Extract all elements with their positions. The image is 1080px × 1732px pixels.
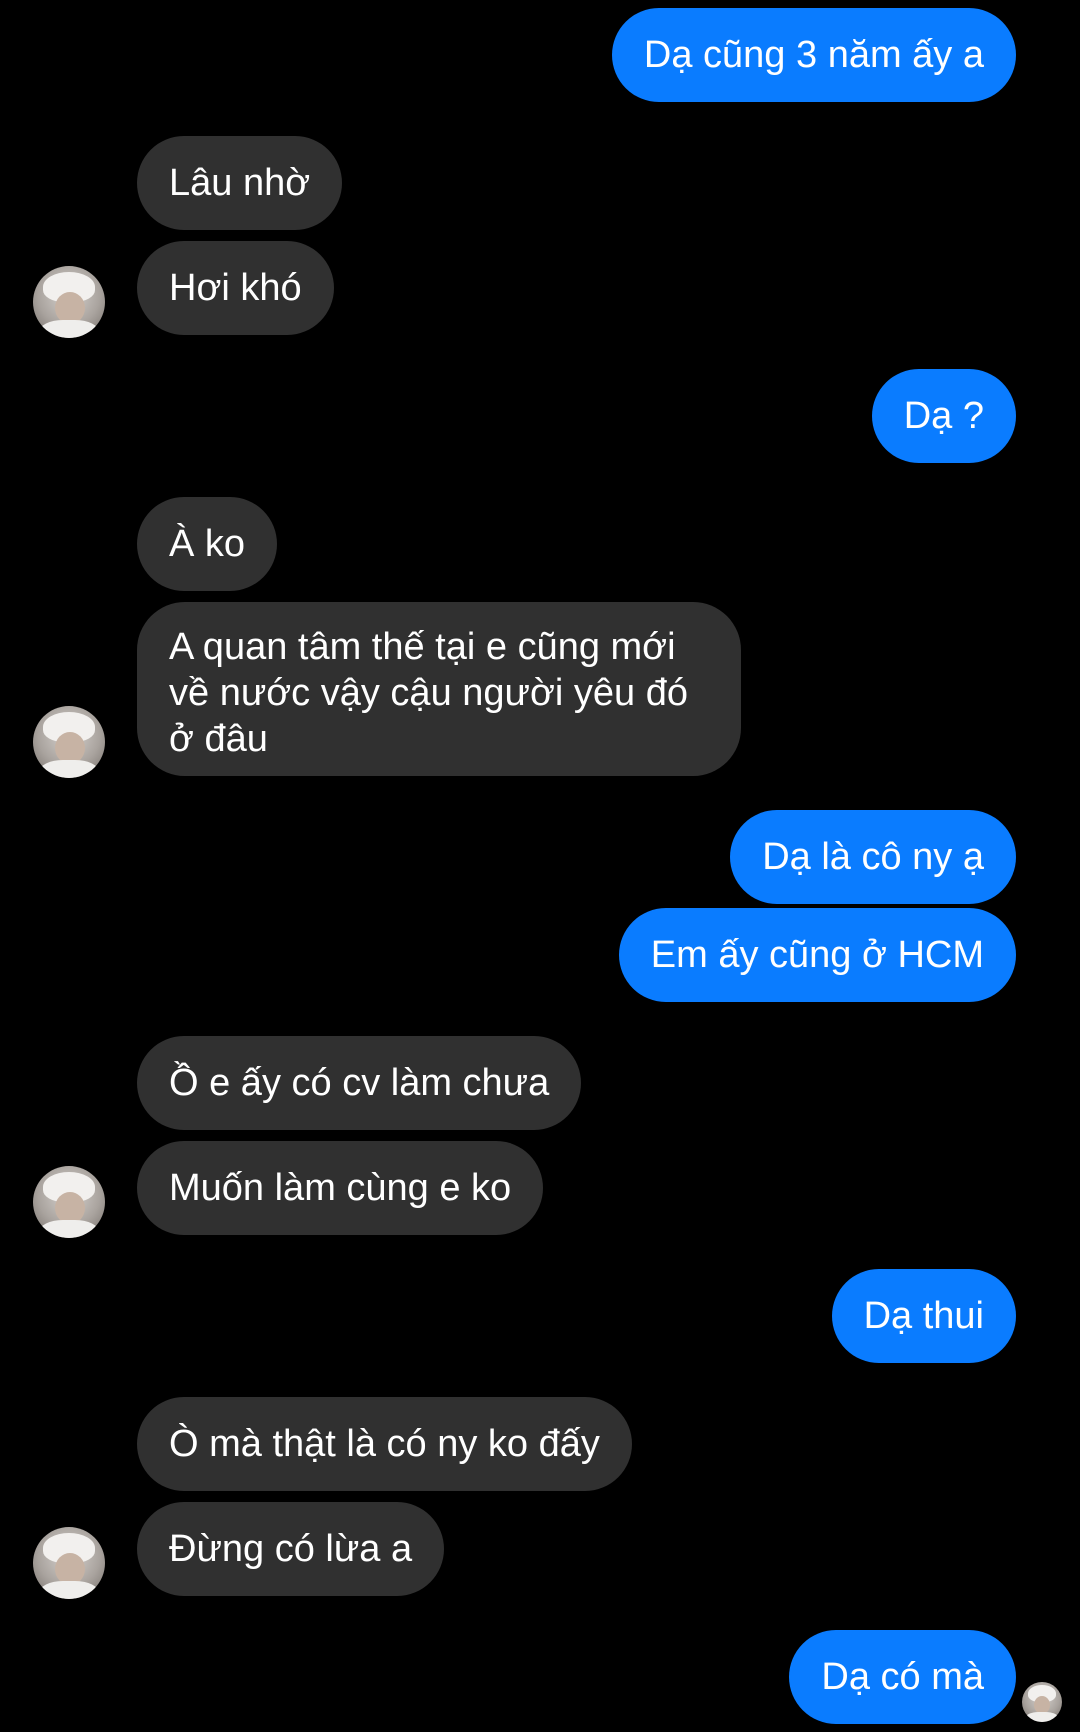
avatar-shirt xyxy=(39,1220,99,1238)
message-bubble-incoming[interactable]: Ò mà thật là có ny ko đấy xyxy=(137,1397,632,1491)
contact-avatar[interactable] xyxy=(33,1166,105,1238)
contact-avatar[interactable] xyxy=(33,706,105,778)
message-bubble-incoming[interactable]: Lâu nhờ xyxy=(137,136,343,230)
message-bubble-outgoing[interactable]: Dạ có mà xyxy=(789,1630,1016,1724)
avatar-shirt xyxy=(39,1581,99,1599)
message-bubble-outgoing[interactable]: Em ấy cũng ở HCM xyxy=(618,908,1016,1002)
chat-thread: Dạ cũng 3 năm ấy a Lâu nhờ Hơi khó Dạ ? … xyxy=(0,0,1080,1732)
message-bubble-outgoing[interactable]: Dạ cũng 3 năm ấy a xyxy=(611,8,1016,102)
message-bubble-outgoing[interactable]: Dạ thui xyxy=(831,1269,1016,1363)
message-bubble-incoming[interactable]: À ko xyxy=(137,497,278,591)
avatar-shirt xyxy=(39,760,99,778)
seen-avatar-icon xyxy=(1022,1682,1062,1722)
message-bubble-outgoing[interactable]: Dạ là cô ny ạ xyxy=(730,810,1016,904)
avatar-shirt xyxy=(1025,1712,1059,1722)
message-bubble-incoming[interactable]: Hơi khó xyxy=(137,241,334,335)
avatar-shirt xyxy=(39,320,99,338)
contact-avatar[interactable] xyxy=(33,266,105,338)
contact-avatar[interactable] xyxy=(33,1527,105,1599)
message-bubble-incoming[interactable]: Đừng có lừa a xyxy=(137,1502,445,1596)
message-bubble-incoming[interactable]: Muốn làm cùng e ko xyxy=(137,1141,544,1235)
message-bubble-outgoing[interactable]: Dạ ? xyxy=(871,369,1016,463)
message-bubble-incoming[interactable]: Ồ e ấy có cv làm chưa xyxy=(137,1036,582,1130)
message-bubble-incoming[interactable]: A quan tâm thế tại e cũng mới về nước vậ… xyxy=(137,602,741,776)
